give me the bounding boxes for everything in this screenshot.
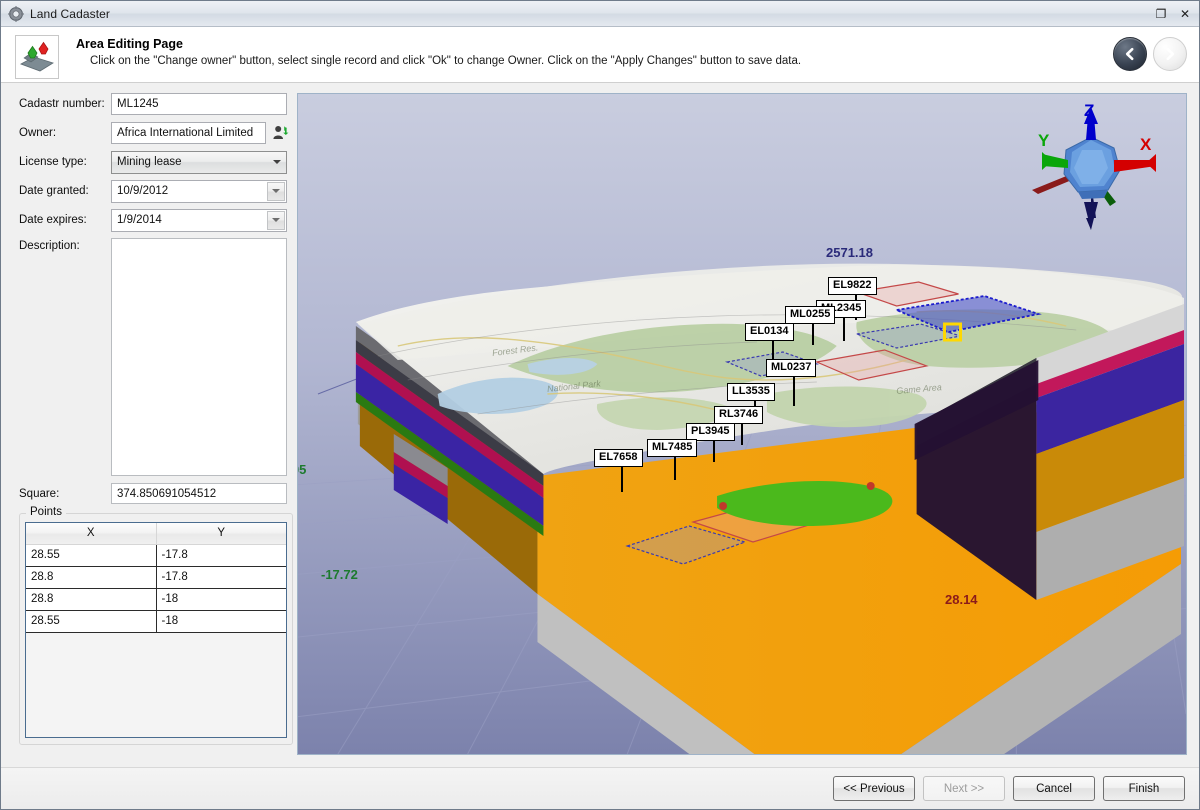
coordinate-label: 28.14 (945, 592, 978, 607)
map-parcels-icon (15, 35, 59, 79)
date-granted-value: 10/9/2012 (117, 185, 169, 197)
chevron-down-icon (268, 152, 286, 173)
description-textarea[interactable] (111, 238, 287, 476)
owner-input[interactable]: Africa International Limited (111, 122, 266, 144)
label-stem (674, 456, 676, 480)
field-row-date-granted: Date granted: 10/9/2012 (19, 179, 293, 203)
close-button[interactable]: ✕ (1173, 3, 1197, 25)
points-table-body: 28.55 -17.8 28.8 -17.8 28.8 -18 28.55 -18 (26, 544, 286, 633)
cancel-button[interactable]: Cancel (1013, 776, 1095, 801)
page-title: Area Editing Page (76, 37, 183, 51)
points-column-y[interactable]: Y (156, 523, 286, 545)
coordinate-label: 7.05 (298, 462, 307, 477)
table-row[interactable]: 28.8 -18 (26, 588, 286, 611)
point-y-cell[interactable]: -17.8 (156, 544, 286, 567)
owner-label: Owner: (19, 127, 57, 139)
points-column-x[interactable]: X (26, 523, 157, 545)
table-row[interactable]: 28.8 -17.8 (26, 566, 286, 589)
svg-text:Y: Y (1038, 131, 1050, 150)
points-table: X Y 28.55 -17.8 28.8 -17.8 28.8 -18 28.55 -18 (26, 523, 286, 633)
table-row[interactable]: 28.55 -17.8 (26, 544, 286, 567)
page-instructions: Click on the "Change owner" button, sele… (90, 55, 802, 67)
coordinate-label: -17.72 (321, 567, 358, 582)
header-text-block: Area Editing Page Click on the "Change o… (76, 33, 801, 67)
maximize-button[interactable]: ❐ (1149, 3, 1173, 25)
label-stem (741, 423, 743, 445)
description-label: Description: (19, 240, 80, 252)
content-area: Cadastr number: ML1245 Owner: Africa Int… (1, 83, 1199, 767)
window-controls: ❐ ✕ (1149, 1, 1197, 26)
label-stem (812, 323, 814, 345)
label-stem (621, 466, 623, 492)
date-granted-input[interactable]: 10/9/2012 (111, 179, 287, 203)
field-row-date-expires: Date expires: 1/9/2014 (19, 208, 293, 232)
window-title: Land Cadaster (30, 6, 111, 21)
owner-field-group: Africa International Limited (111, 122, 291, 144)
points-group: Points X Y 28.55 -17.8 28.8 -17.8 28.8 -18 28.… (19, 506, 293, 745)
point-x-cell[interactable]: 28.8 (26, 588, 157, 611)
application-window: Land Cadaster ❐ ✕ Area Editing Page Clic… (0, 0, 1200, 810)
previous-button[interactable]: << Previous (833, 776, 915, 801)
parcel-label[interactable]: ML7485 (647, 439, 698, 457)
point-y-cell[interactable]: -18 (156, 610, 286, 633)
square-input[interactable]: 374.850691054512 (111, 483, 287, 504)
field-row-license-type: License type: Mining lease (19, 150, 293, 174)
points-table-container[interactable]: X Y 28.55 -17.8 28.8 -17.8 28.8 -18 28.55 -18 (25, 522, 287, 738)
point-x-cell[interactable]: 28.8 (26, 566, 157, 589)
wizard-footer: << Previous Next >> Cancel Finish (1, 767, 1199, 809)
field-row-description: Description: (19, 238, 293, 476)
parcel-label[interactable]: ML0255 (785, 306, 836, 324)
date-expires-input[interactable]: 1/9/2014 (111, 208, 287, 232)
parcel-label[interactable]: LL3535 (727, 383, 775, 401)
parcel-label[interactable]: EL9822 (828, 277, 877, 295)
date-granted-dropdown-icon[interactable] (267, 181, 285, 201)
parcel-label[interactable]: EL0134 (745, 323, 794, 341)
cadastr-number-label: Cadastr number: (19, 98, 105, 110)
date-expires-dropdown-icon[interactable] (267, 210, 285, 230)
point-y-cell[interactable]: -17.8 (156, 566, 286, 589)
chevron-right-icon (1166, 47, 1175, 61)
cadastr-number-input[interactable]: ML1245 (111, 93, 287, 115)
point-y-cell[interactable]: -18 (156, 588, 286, 611)
date-granted-label: Date granted: (19, 185, 89, 197)
point-x-cell[interactable]: 28.55 (26, 610, 157, 633)
change-owner-icon[interactable] (271, 123, 291, 143)
parcel-label[interactable]: ML0237 (766, 359, 817, 377)
parcel-label[interactable]: RL3746 (714, 406, 764, 424)
3d-terrain-viewport[interactable]: National Park Game Area Forest Res. 2571… (297, 93, 1187, 755)
square-label: Square: (19, 487, 60, 500)
nav-forward-button (1153, 37, 1187, 71)
title-bar: Land Cadaster ❐ ✕ (1, 1, 1199, 27)
svg-text:Z: Z (1084, 102, 1094, 120)
chevron-left-icon (1125, 47, 1134, 61)
point-x-cell[interactable]: 28.55 (26, 544, 157, 567)
area-edit-form: Cadastr number: ML1245 Owner: Africa Int… (1, 83, 293, 767)
label-stem (793, 376, 795, 406)
label-stem (843, 317, 845, 341)
field-row-square: Square: 374.850691054512 (19, 483, 293, 504)
label-stem (713, 440, 715, 462)
app-gear-icon (8, 5, 24, 22)
next-button: Next >> (923, 776, 1005, 801)
table-row[interactable]: 28.55 -18 (26, 610, 286, 633)
license-type-select[interactable]: Mining lease (111, 150, 287, 174)
date-expires-label: Date expires: (19, 214, 87, 226)
license-type-value: Mining lease (117, 156, 182, 168)
nav-back-button[interactable] (1113, 37, 1147, 71)
points-table-header-row: X Y (26, 523, 286, 545)
field-row-owner: Owner: Africa International Limited (19, 122, 293, 144)
points-group-legend: Points (26, 506, 66, 518)
wizard-nav-buttons (1113, 37, 1187, 71)
finish-button[interactable]: Finish (1103, 776, 1185, 801)
parcel-label[interactable]: EL7658 (594, 449, 643, 467)
svg-text:X: X (1140, 135, 1152, 154)
page-header: Area Editing Page Click on the "Change o… (1, 27, 1199, 83)
field-row-cadastr-number: Cadastr number: ML1245 (19, 93, 293, 115)
date-expires-value: 1/9/2014 (117, 214, 162, 226)
axis-orientation-gizmo[interactable]: X Y Z (1016, 101, 1166, 237)
license-type-label: License type: (19, 156, 87, 168)
coordinate-label: 2571.18 (826, 245, 873, 260)
